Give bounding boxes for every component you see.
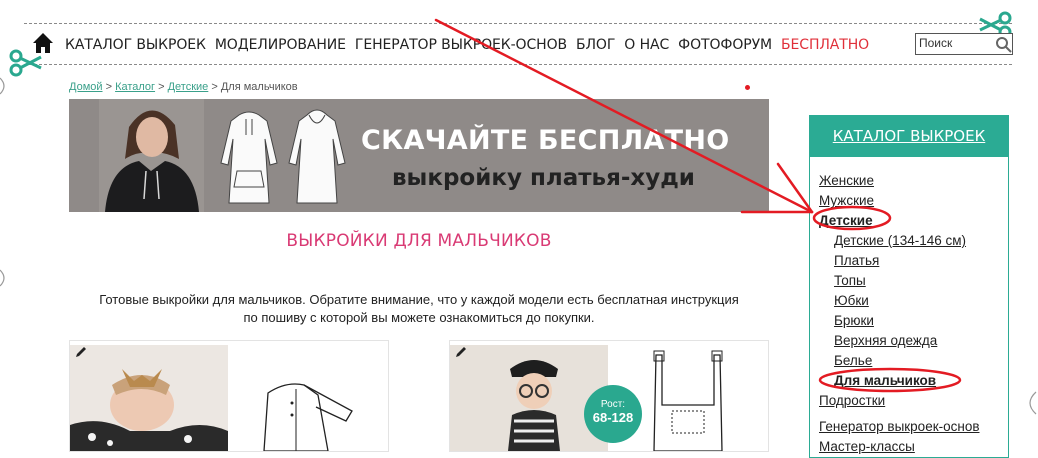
intro-text: Готовые выкройки для мальчиков. Обратите… xyxy=(69,291,769,327)
tape-decoration-icon xyxy=(1029,391,1037,415)
product-photo xyxy=(450,345,608,451)
sidebar-item-tops[interactable]: Топы xyxy=(834,271,980,291)
breadcrumb-separator: > xyxy=(155,81,168,93)
main-nav: КАТАЛОГ ВЫКРОЕК МОДЕЛИРОВАНИЕ ГЕНЕРАТОР … xyxy=(65,37,869,53)
breadcrumb-home[interactable]: Домой xyxy=(69,81,103,93)
sidebar-item-pants[interactable]: Брюки xyxy=(834,311,980,331)
tape-decoration-icon xyxy=(0,269,5,287)
size-badge: Рост: 68-128 xyxy=(584,385,642,443)
product-photo xyxy=(70,345,228,451)
baby-photo-image xyxy=(70,345,228,451)
sidebar-item-dresses[interactable]: Платья xyxy=(834,251,980,271)
nav-free[interactable]: БЕСПЛАТНО xyxy=(781,37,869,53)
header-dashed-line-top xyxy=(24,23,1012,24)
banner-subheadline: выкройку платья-худи xyxy=(392,165,695,191)
sidebar-item-kids[interactable]: Детские xyxy=(819,211,980,231)
promo-banner[interactable]: СКАЧАЙТЕ БЕСПЛАТНО выкройку платья-худи xyxy=(69,99,769,212)
breadcrumb: Домой > Каталог > Детские > Для мальчико… xyxy=(69,81,298,93)
nav-catalog[interactable]: КАТАЛОГ ВЫКРОЕК xyxy=(65,37,206,53)
pencil-icon[interactable] xyxy=(74,345,88,359)
banner-model-photo xyxy=(99,99,204,212)
sidebar-item-skirts[interactable]: Юбки xyxy=(834,291,980,311)
nav-about[interactable]: О НАС xyxy=(624,37,669,53)
nav-blog[interactable]: БЛОГ xyxy=(576,37,615,53)
breadcrumb-separator: > xyxy=(102,81,116,93)
breadcrumb-separator: > xyxy=(208,81,221,93)
product-card[interactable]: Рост: 68-128 xyxy=(449,340,769,452)
intro-line: по пошиву с которой вы можете ознакомить… xyxy=(243,310,595,325)
product-sketch xyxy=(263,383,353,451)
intro-line: Готовые выкройки для мальчиков. Обратите… xyxy=(99,292,739,307)
breadcrumb-kids[interactable]: Детские xyxy=(168,81,209,93)
child-photo-image xyxy=(450,345,608,451)
sidebar-header: КАТАЛОГ ВЫКРОЕК xyxy=(809,115,1009,157)
sidebar-category-list: Женские Мужские Детские Детские (134-146… xyxy=(819,171,980,457)
sidebar-item-teens[interactable]: Подростки xyxy=(819,391,980,411)
search-icon[interactable] xyxy=(995,36,1013,54)
banner-headline: СКАЧАЙТЕ БЕСПЛАТНО xyxy=(361,125,730,156)
breadcrumb-catalog[interactable]: Каталог xyxy=(115,81,155,93)
annotation-dot xyxy=(745,85,750,90)
sidebar-item-men[interactable]: Мужские xyxy=(819,191,980,211)
nav-photoforum[interactable]: ФОТОФОРУМ xyxy=(678,37,772,53)
sidebar-item-kids-134-146[interactable]: Детские (134-146 см) xyxy=(834,231,980,251)
sidebar-item-outerwear[interactable]: Верхняя одежда xyxy=(834,331,980,351)
sidebar-item-base-generator[interactable]: Генератор выкроек-основ xyxy=(819,417,980,437)
sidebar-item-masterclasses[interactable]: Мастер-классы xyxy=(819,437,980,457)
sidebar-item-underwear[interactable]: Белье xyxy=(834,351,980,371)
size-badge-label: Рост: xyxy=(600,399,626,410)
banner-dress-front-sketch xyxy=(220,111,278,204)
sidebar-item-boys[interactable]: Для мальчиков xyxy=(834,371,980,391)
pencil-icon[interactable] xyxy=(454,345,468,359)
nav-generator[interactable]: ГЕНЕРАТОР ВЫКРОЕК-ОСНОВ xyxy=(355,37,567,53)
banner-dress-back-sketch xyxy=(288,109,346,204)
header-dashed-line-bottom xyxy=(24,64,1012,65)
annotation-arrow-head xyxy=(776,162,814,214)
tape-decoration-icon xyxy=(0,77,5,95)
size-badge-value: 68-128 xyxy=(592,410,634,425)
page-title: ВЫКРОЙКИ ДЛЯ МАЛЬЧИКОВ xyxy=(286,231,552,251)
sidebar-item-women[interactable]: Женские xyxy=(819,171,980,191)
home-icon[interactable] xyxy=(32,32,54,54)
product-card[interactable] xyxy=(69,340,389,452)
breadcrumb-current: Для мальчиков xyxy=(220,81,298,93)
sidebar-title-link[interactable]: КАТАЛОГ ВЫКРОЕК xyxy=(833,127,986,145)
nav-modeling[interactable]: МОДЕЛИРОВАНИЕ xyxy=(215,37,346,53)
